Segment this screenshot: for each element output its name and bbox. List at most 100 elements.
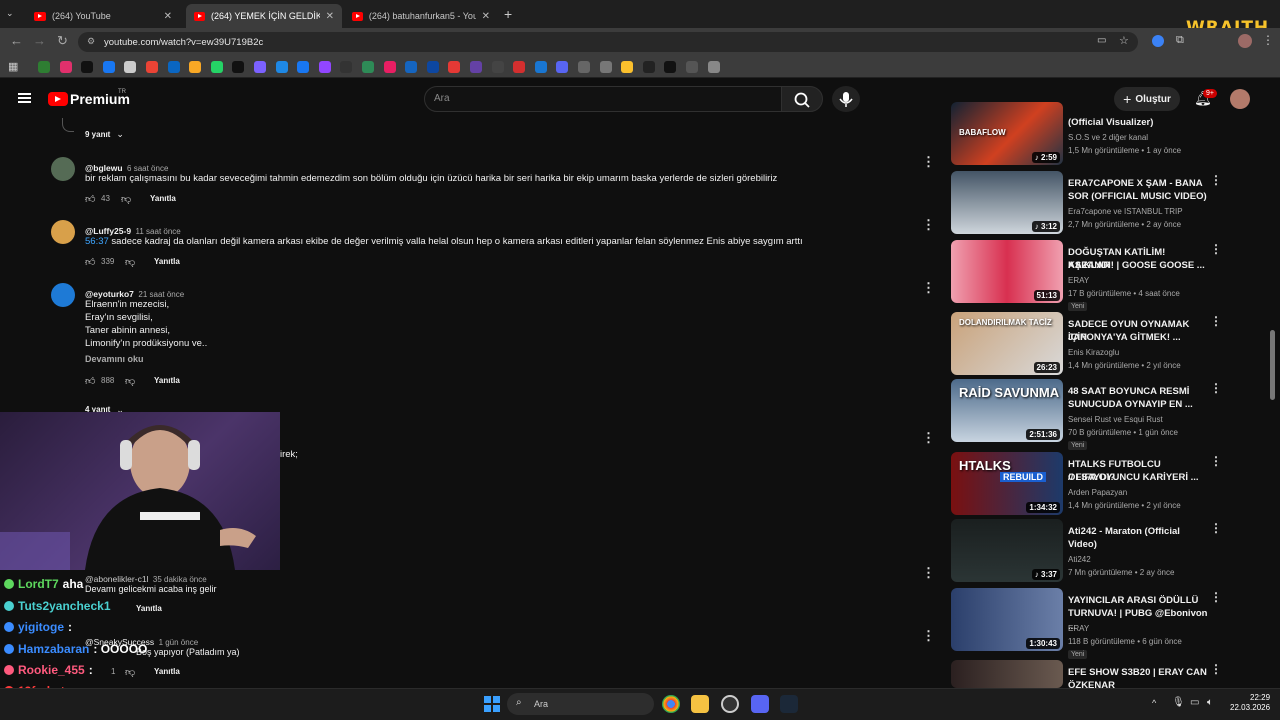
- video-menu-icon[interactable]: ⋮: [1210, 590, 1222, 604]
- channel-name[interactable]: ERAY: [1068, 624, 1089, 633]
- like-icon[interactable]: 👍︎: [85, 375, 95, 387]
- bookmark-favicon-icon[interactable]: [556, 61, 569, 73]
- video-title[interactable]: JAPONYA'YA GİTMEK! ...: [1068, 331, 1208, 344]
- video-thumbnail[interactable]: [951, 660, 1063, 688]
- bookmark-favicon-icon[interactable]: [426, 61, 439, 73]
- comment-menu-icon[interactable]: ⋮: [922, 628, 935, 644]
- video-title[interactable]: SOR (OFFICIAL MUSIC VIDEO): [1068, 190, 1208, 203]
- bookmark-favicon-icon[interactable]: [513, 61, 526, 73]
- tab-search-chevron-icon[interactable]: ⌄: [6, 8, 14, 19]
- video-menu-icon[interactable]: ⋮: [1210, 662, 1222, 676]
- back-arrow-icon[interactable]: ←: [10, 33, 23, 48]
- bookmark-favicon-icon[interactable]: [578, 61, 590, 73]
- site-info-icon[interactable]: ⚙: [87, 36, 95, 47]
- tab-youtube-home[interactable]: (264) YouTube ✕: [26, 4, 180, 28]
- profile-avatar[interactable]: [1238, 34, 1252, 48]
- read-more-link[interactable]: Devamını oku: [85, 354, 144, 364]
- bookmark-favicon-icon[interactable]: [362, 61, 374, 73]
- channel-name[interactable]: Ati242: [1068, 555, 1091, 564]
- obs-icon[interactable]: [721, 695, 739, 713]
- comment-menu-icon[interactable]: ⋮: [922, 154, 935, 170]
- channel-name[interactable]: Sensei Rust ve Esqui Rust: [1068, 415, 1163, 424]
- browser-menu-icon[interactable]: ⋮: [1262, 33, 1274, 47]
- cast-icon[interactable]: ▭: [1097, 35, 1106, 46]
- channel-name[interactable]: ERAY: [1068, 276, 1089, 285]
- network-icon[interactable]: ▭: [1190, 697, 1199, 708]
- comment-menu-icon[interactable]: ⋮: [922, 565, 935, 581]
- bookmark-favicon-icon[interactable]: [642, 61, 655, 73]
- bookmark-favicon-icon[interactable]: [340, 61, 353, 73]
- voice-search-button[interactable]: [832, 86, 860, 112]
- extensions-puzzle-icon[interactable]: ⧉: [1176, 34, 1184, 47]
- commenter-avatar[interactable]: [51, 283, 75, 307]
- bookmark-star-icon[interactable]: ☆: [1119, 34, 1129, 47]
- video-title[interactable]: // FIFA OYUNCU KARİYERİ ...: [1068, 471, 1208, 484]
- bookmark-favicon-icon[interactable]: [491, 61, 504, 73]
- account-avatar[interactable]: [1230, 89, 1250, 109]
- video-title[interactable]: Video): [1068, 538, 1208, 551]
- bookmark-favicon-icon[interactable]: [318, 61, 331, 73]
- bookmark-favicon-icon[interactable]: [275, 61, 288, 73]
- bookmark-favicon-icon[interactable]: [707, 61, 720, 73]
- page-scrollbar[interactable]: [1270, 330, 1275, 400]
- bookmark-favicon-icon[interactable]: [102, 61, 115, 73]
- tray-mic-icon[interactable]: 🎙︎: [1172, 697, 1185, 708]
- channel-name[interactable]: Arden Papazyan: [1068, 488, 1127, 497]
- like-icon[interactable]: 👍︎: [85, 193, 95, 205]
- close-tab-icon[interactable]: ✕: [164, 11, 172, 22]
- reply-button[interactable]: Yanıtla: [154, 667, 180, 676]
- reload-icon[interactable]: ↻: [57, 33, 68, 49]
- chrome-taskbar-icon[interactable]: [662, 695, 680, 713]
- search-input[interactable]: [424, 86, 782, 112]
- video-menu-icon[interactable]: ⋮: [1210, 454, 1222, 468]
- bookmark-favicon-icon[interactable]: [405, 61, 418, 73]
- bookmark-favicon-icon[interactable]: [664, 61, 677, 73]
- taskbar-search[interactable]: [507, 693, 654, 715]
- dislike-icon[interactable]: 👎︎: [125, 375, 135, 387]
- close-tab-icon[interactable]: ✕: [482, 11, 490, 22]
- comment-menu-icon[interactable]: ⋮: [922, 430, 935, 446]
- bookmark-favicon-icon[interactable]: [534, 61, 547, 73]
- bookmark-favicon-icon[interactable]: [383, 61, 396, 73]
- video-title[interactable]: 48 SAAT BOYUNCA RESMİ: [1068, 385, 1208, 398]
- discord-icon[interactable]: [751, 695, 769, 713]
- reply-button[interactable]: Yanıtla: [150, 194, 176, 203]
- like-icon[interactable]: 👍︎: [85, 256, 95, 268]
- video-menu-icon[interactable]: ⋮: [1210, 314, 1222, 328]
- video-menu-icon[interactable]: ⋮: [1210, 381, 1222, 395]
- volume-icon[interactable]: 🔈︎: [1207, 697, 1213, 708]
- video-title[interactable]: KAZANDI! | GOOSE GOOSE ...: [1068, 259, 1208, 272]
- comment-menu-icon[interactable]: ⋮: [922, 280, 935, 296]
- bookmark-favicon-icon[interactable]: [686, 61, 698, 73]
- forward-arrow-icon[interactable]: →: [33, 33, 46, 48]
- timestamp-link[interactable]: 56:37: [85, 236, 109, 247]
- tab-current-video[interactable]: (264) YEMEK İÇİN GELDİK, EVE ✕: [186, 4, 342, 28]
- dislike-icon[interactable]: 👎︎: [121, 193, 131, 205]
- bookmark-favicon-icon[interactable]: [38, 61, 50, 73]
- video-title[interactable]: EFE SHOW S3B20 | ERAY CAN: [1068, 666, 1208, 679]
- video-menu-icon[interactable]: ⋮: [1210, 173, 1222, 187]
- youtube-logo-icon[interactable]: [48, 92, 68, 106]
- video-menu-icon[interactable]: ⋮: [1210, 242, 1222, 256]
- search-button[interactable]: [781, 86, 823, 112]
- new-tab-icon[interactable]: +: [504, 6, 512, 22]
- file-explorer-icon[interactable]: [691, 695, 709, 713]
- reply-button[interactable]: Yanıtla: [136, 604, 162, 613]
- bookmark-favicon-icon[interactable]: [146, 61, 158, 73]
- apps-grid-icon[interactable]: ▦: [8, 60, 18, 73]
- steam-icon[interactable]: [780, 695, 798, 713]
- reply-button[interactable]: Yanıtla: [154, 376, 180, 385]
- bookmark-favicon-icon[interactable]: [81, 61, 94, 73]
- view-replies-button[interactable]: 9 yanıt ⌄: [85, 129, 124, 140]
- close-tab-icon[interactable]: ✕: [326, 11, 334, 22]
- url-text[interactable]: youtube.com/watch?v=ew39U719B2c: [104, 37, 263, 48]
- video-title[interactable]: ERA7CAPONE X ŞAM - BANA: [1068, 177, 1208, 190]
- bookmark-favicon-icon[interactable]: [59, 61, 72, 73]
- menu-icon[interactable]: [18, 93, 31, 103]
- bookmark-favicon-icon[interactable]: [621, 61, 634, 73]
- bookmark-favicon-icon[interactable]: [448, 61, 461, 73]
- tab-channel[interactable]: (264) batuhanfurkan5 - YouTub ✕: [344, 4, 498, 28]
- channel-name[interactable]: S.O.S ve 2 diğer kanal: [1068, 133, 1148, 142]
- channel-name[interactable]: Era7capone ve ISTANBUL TRIP: [1068, 207, 1183, 216]
- video-title[interactable]: (Official Visualizer): [1068, 116, 1208, 129]
